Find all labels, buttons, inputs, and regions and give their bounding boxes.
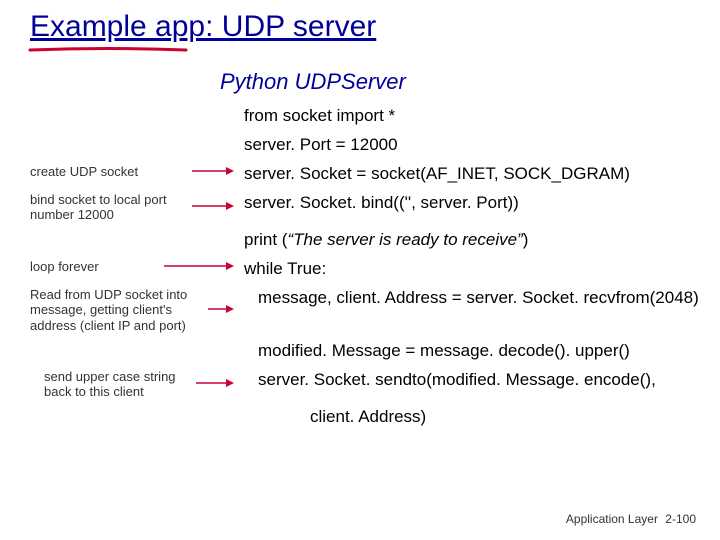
- annotation: send upper case string back to this clie…: [30, 369, 192, 400]
- annotation: loop forever: [30, 259, 160, 275]
- code-line: client. Address): [240, 406, 426, 429]
- code-line: message, client. Address = server. Socke…: [240, 287, 699, 310]
- code-line: server. Socket. sendto(modified. Message…: [240, 369, 656, 392]
- slide-title: Example app: UDP server: [30, 10, 700, 44]
- code-line: modified. Message = message. decode(). u…: [240, 340, 630, 363]
- code-line: server. Port = 12000: [240, 134, 398, 157]
- marker-underline: [28, 46, 188, 52]
- slide-subtitle: Python UDPServer: [220, 69, 700, 95]
- page-number: 2-100: [665, 512, 696, 526]
- code-line: print (“The server is ready to receive”): [240, 229, 528, 252]
- arrow-icon: [196, 375, 234, 393]
- annotation: Read from UDP socket into message, getti…: [30, 287, 204, 334]
- arrow-icon: [164, 258, 234, 276]
- footer-label: Application Layer: [566, 512, 658, 526]
- annotation: create UDP socket: [30, 164, 188, 180]
- code-line: while True:: [240, 258, 326, 281]
- code-block: from socket import * server. Port = 1200…: [30, 105, 700, 429]
- arrow-icon: [208, 301, 234, 319]
- arrow-icon: [192, 163, 234, 181]
- code-line: from socket import *: [240, 105, 395, 128]
- arrow-icon: [192, 198, 234, 216]
- code-line: server. Socket = socket(AF_INET, SOCK_DG…: [240, 163, 630, 186]
- annotation: bind socket to local port number 12000: [30, 192, 188, 223]
- slide-footer: Application Layer 2-100: [566, 512, 696, 526]
- code-line: server. Socket. bind(('', server. Port)): [240, 192, 519, 215]
